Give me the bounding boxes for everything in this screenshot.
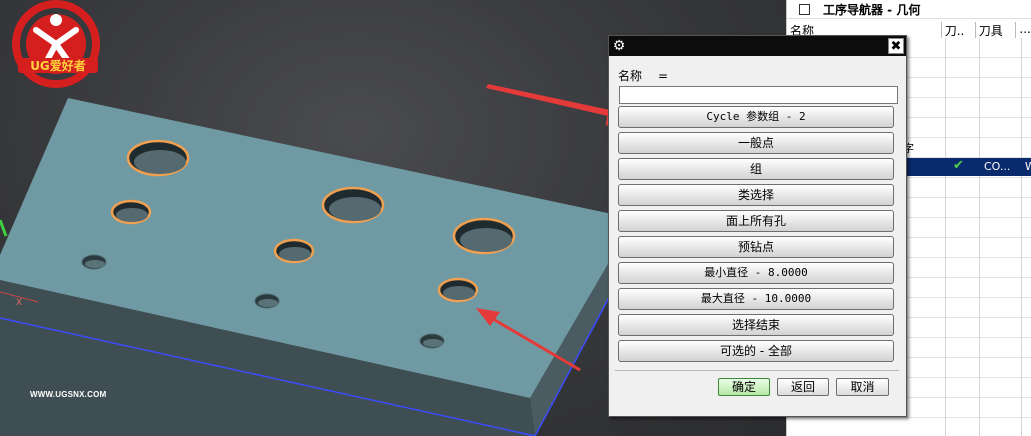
option-button-list: Cycle 参数组 - 2 一般点 组 类选择 面上所有孔 预钻点 最小直径 -… <box>618 106 894 366</box>
end-selection-button[interactable]: 选择结束 <box>618 314 894 336</box>
window-icon[interactable] <box>799 3 810 15</box>
cycle-parameter-group-button[interactable]: Cycle 参数组 - 2 <box>618 106 894 128</box>
equals-sign: = <box>658 69 669 83</box>
ug-logo: UG爱好者 <box>12 0 100 88</box>
close-icon[interactable]: ✖ <box>888 38 904 54</box>
svg-text:X: X <box>16 298 22 308</box>
class-selection-button[interactable]: 类选择 <box>618 184 894 206</box>
name-input[interactable] <box>619 86 898 104</box>
predrill-points-button[interactable]: 预钻点 <box>618 236 894 258</box>
logo-url: WWW.UGSNX.COM <box>30 390 107 399</box>
optional-all-button[interactable]: 可选的 - 全部 <box>618 340 894 362</box>
group-button[interactable]: 组 <box>618 158 894 180</box>
checkmark-icon: ✔ <box>953 158 964 173</box>
back-button[interactable]: 返回 <box>777 378 829 396</box>
column-tool[interactable]: 刀具 <box>976 22 1017 38</box>
point-selection-dialog: ⚙ ✖ 名称 = Cycle 参数组 - 2 一般点 组 类选择 面上所有孔 预钻… <box>608 35 907 417</box>
logo-brand-text: UG爱好者 <box>30 58 86 73</box>
row-tool-value: CO... <box>984 160 1011 173</box>
min-diameter-button[interactable]: 最小直径 - 8.0000 <box>618 262 894 284</box>
max-diameter-button[interactable]: 最大直径 - 10.0000 <box>618 288 894 310</box>
navigator-title-bar: 工序导航器 - 几何 <box>787 0 1031 19</box>
navigator-title: 工序导航器 - 几何 <box>823 2 921 17</box>
dialog-title-bar[interactable]: ⚙ ✖ <box>609 36 906 56</box>
gear-icon[interactable]: ⚙ <box>611 38 627 54</box>
dialog-separator <box>615 370 899 371</box>
general-point-button[interactable]: 一般点 <box>618 132 894 154</box>
name-label-row: 名称 = <box>618 67 668 84</box>
row-last-value: W <box>1025 160 1031 173</box>
name-label: 名称 <box>618 69 643 83</box>
ok-button[interactable]: 确定 <box>718 378 770 396</box>
column-more[interactable]: ... <box>1016 22 1031 38</box>
all-holes-on-face-button[interactable]: 面上所有孔 <box>618 210 894 232</box>
column-tool-short[interactable]: 刀.. <box>942 22 976 38</box>
cancel-button[interactable]: 取消 <box>836 378 889 396</box>
